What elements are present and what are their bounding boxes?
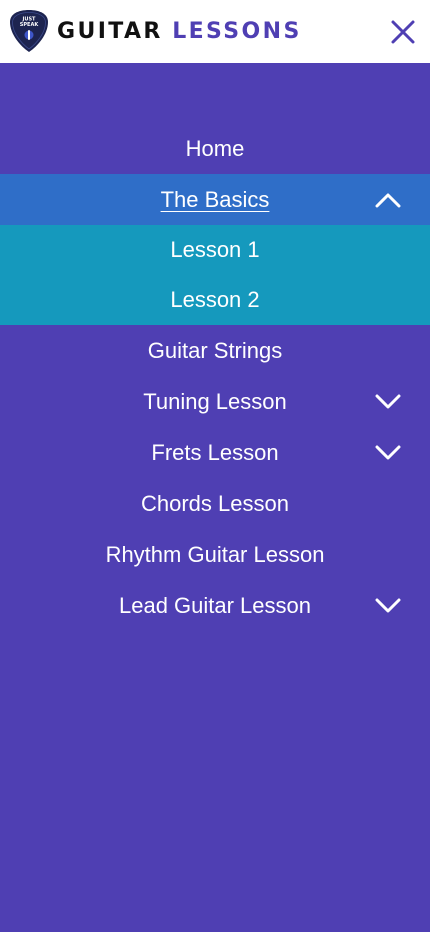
menu-item-frets-lesson[interactable]: Frets Lesson: [0, 427, 430, 478]
site-title-guitar: GUITAR: [57, 19, 163, 44]
menu-item-guitar-strings[interactable]: Guitar Strings: [0, 325, 430, 376]
menu-item-label: Tuning Lesson: [143, 388, 287, 414]
menu-item-chords-lesson[interactable]: Chords Lesson: [0, 478, 430, 529]
site-title[interactable]: GUITAR LESSONS: [57, 18, 302, 46]
chevron-down-icon[interactable]: [374, 388, 402, 416]
menu-item-label: Rhythm Guitar Lesson: [105, 541, 325, 567]
menu-item-label: Chords Lesson: [141, 490, 289, 516]
menu-item-label: Frets Lesson: [151, 439, 279, 465]
submenu-item-lesson-2[interactable]: Lesson 2: [0, 275, 430, 325]
chevron-up-icon[interactable]: [374, 186, 402, 214]
logo-text-speak: SPEAK: [20, 22, 40, 28]
site-header: JUST SPEAK GUITAR LESSONS: [0, 0, 430, 63]
menu-item-tuning-lesson[interactable]: Tuning Lesson: [0, 376, 430, 427]
site-title-lessons: LESSONS: [172, 19, 302, 44]
menu-item-lead-guitar-lesson[interactable]: Lead Guitar Lesson: [0, 580, 430, 631]
chevron-down-icon[interactable]: [374, 439, 402, 467]
menu-item-the-basics[interactable]: The Basics: [0, 174, 430, 225]
just-speak-logo[interactable]: JUST SPEAK: [9, 9, 49, 53]
menu-item-home[interactable]: Home: [0, 123, 430, 174]
submenu-item-label: Lesson 1: [170, 237, 260, 262]
menu-item-label: Lead Guitar Lesson: [118, 592, 312, 618]
mobile-nav-menu: Home The Basics Lesson 1 Lesson 2 Guitar…: [0, 63, 430, 631]
submenu-item-lesson-1[interactable]: Lesson 1: [0, 225, 430, 275]
close-icon: [391, 20, 415, 44]
menu-item-rhythm-guitar-lesson[interactable]: Rhythm Guitar Lesson: [0, 529, 430, 580]
menu-item-label: The Basics: [160, 186, 270, 212]
chevron-down-icon[interactable]: [374, 592, 402, 620]
submenu-item-label: Lesson 2: [170, 287, 260, 312]
close-menu-button[interactable]: [388, 17, 418, 47]
menu-item-label: Guitar Strings: [147, 337, 283, 363]
menu-item-label: Home: [185, 135, 245, 161]
